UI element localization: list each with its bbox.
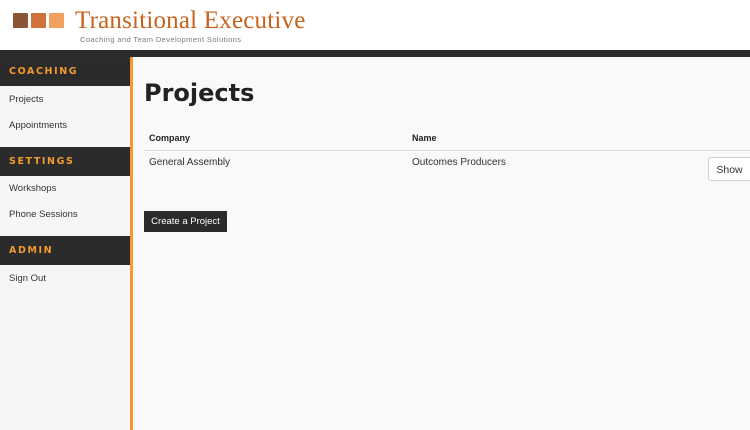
sidebar-item-sign-out[interactable]: Sign Out [9,273,46,284]
table-header-divider [144,150,750,151]
app-header: Transitional Executive Coaching and Team… [0,0,750,50]
logo-square-1 [13,13,28,28]
brand-title[interactable]: Transitional Executive [75,7,306,35]
sidebar-heading-admin: ADMIN [0,236,130,265]
sidebar: COACHING Projects Appointments SETTINGS … [0,57,130,430]
cell-company: General Assembly [149,157,231,168]
sidebar-heading-coaching: COACHING [0,57,130,86]
brand-tagline: Coaching and Team Development Solutions [80,35,242,44]
column-header-company: Company [149,133,191,143]
create-project-button[interactable]: Create a Project [144,211,227,232]
column-header-name: Name [412,133,437,143]
logo-square-2 [31,13,46,28]
main-content: Projects Company Name General Assembly O… [133,57,750,430]
page-title: Projects [144,79,255,107]
sidebar-item-workshops[interactable]: Workshops [9,183,56,194]
cell-name: Outcomes Producers [412,157,506,168]
show-button[interactable]: Show [708,157,750,181]
logo-icon [13,13,64,28]
sidebar-heading-settings: SETTINGS [0,147,130,176]
sidebar-item-phone-sessions[interactable]: Phone Sessions [9,209,78,220]
logo-square-3 [49,13,64,28]
sidebar-item-appointments[interactable]: Appointments [9,120,67,131]
sidebar-item-projects[interactable]: Projects [9,94,43,105]
top-divider-bar [0,50,750,57]
